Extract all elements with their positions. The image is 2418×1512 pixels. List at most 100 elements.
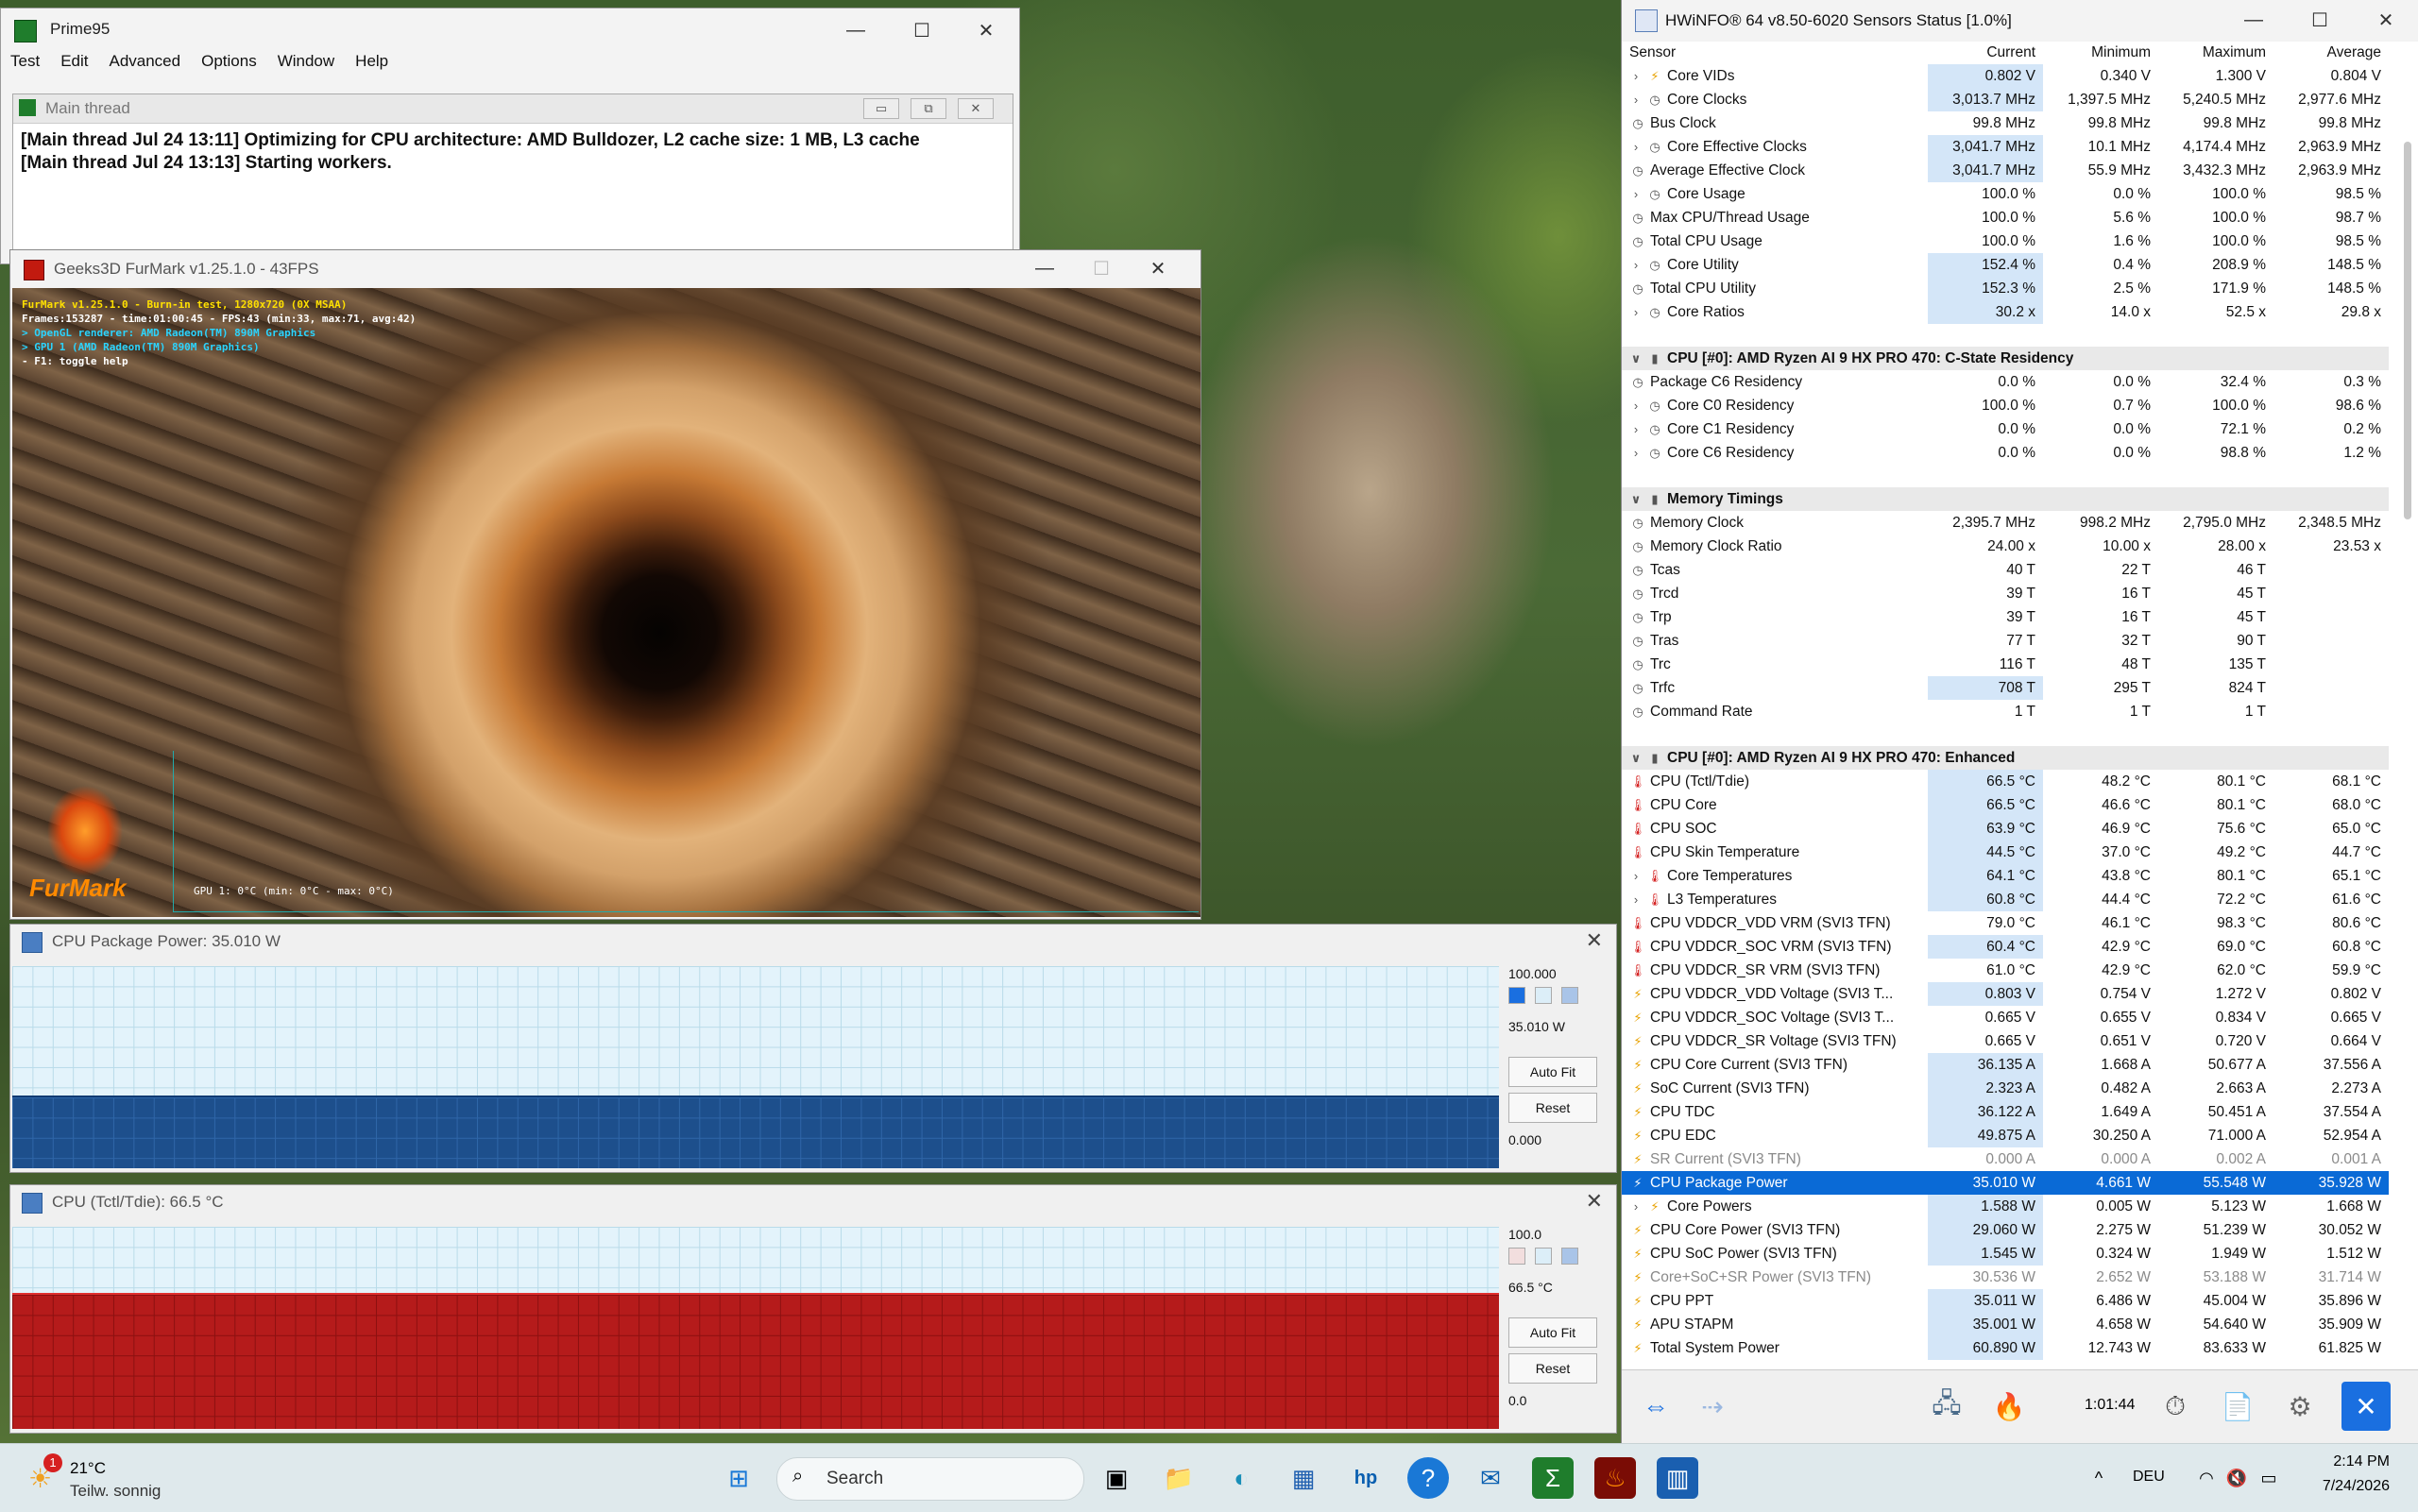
reset-button[interactable]: Reset xyxy=(1508,1353,1597,1384)
fill-color-swatch[interactable] xyxy=(1535,987,1552,1004)
close-button[interactable]: ✕ xyxy=(1586,1189,1603,1214)
sensor-row[interactable]: ◷ Memory Clock 2,395.7 MHz 998.2 MHz 2,795.0… xyxy=(1622,511,2389,535)
furmark-window[interactable]: Geeks3D FurMark v1.25.1.0 - 43FPS — ☐ ✕ … xyxy=(9,249,1201,920)
sensor-name-cell[interactable]: ◷ Trcd xyxy=(1622,582,1928,605)
sensor-name-cell[interactable]: ◷ Total CPU Usage xyxy=(1622,229,1928,253)
sensor-name-cell[interactable]: › ◷ Core Ratios xyxy=(1622,300,1928,324)
sensor-group-header[interactable]: ∨ ▮ Memory Timings xyxy=(1622,487,2389,511)
sensor-name-cell[interactable]: 🌡 CPU Skin Temperature xyxy=(1622,841,1928,864)
show-hidden-icons-chevron-icon[interactable]: ^ xyxy=(2078,1457,2120,1499)
sensor-row[interactable]: 🌡 CPU Skin Temperature 44.5 °C 37.0 °C 49.2 … xyxy=(1622,841,2389,864)
sensor-row[interactable]: › ◷ Core Usage 100.0 % 0.0 % 100.0 % 98.5 % xyxy=(1622,182,2389,206)
weather-widget[interactable]: ☀ 1 21°C Teilw. sonnig xyxy=(25,1453,213,1504)
fill-color-swatch[interactable] xyxy=(1535,1248,1552,1265)
sensor-name-cell[interactable]: ⚡ CPU EDC xyxy=(1622,1124,1928,1147)
power-graph-titlebar[interactable]: CPU Package Power: 35.010 W ✕ xyxy=(10,925,1616,959)
sensor-name-cell[interactable]: › ◷ Core Effective Clocks xyxy=(1622,135,1928,159)
chevron-down-icon[interactable]: ∨ xyxy=(1629,751,1643,766)
outlook-icon[interactable]: ✉ xyxy=(1470,1457,1511,1499)
chevron-right-icon[interactable]: › xyxy=(1629,1199,1643,1214)
hp-icon[interactable]: hp xyxy=(1345,1457,1387,1499)
sensor-row[interactable]: › ◷ Core Utility 152.4 % 0.4 % 208.9 % 148.5 % xyxy=(1622,253,2389,277)
child-minimize-button[interactable]: ▭ xyxy=(863,98,899,119)
sensor-name-cell[interactable]: › ◷ Core Clocks xyxy=(1622,88,1928,111)
start-windows-icon[interactable]: ⊞ xyxy=(718,1457,759,1499)
close-button[interactable]: ✕ xyxy=(1586,928,1603,953)
sensor-row[interactable]: ◷ Package C6 Residency 0.0 % 0.0 % 32.4 % 0.3… xyxy=(1622,370,2389,394)
sensor-row[interactable]: ⚡ SoC Current (SVI3 TFN) 2.323 A 0.482 A 2.6… xyxy=(1622,1077,2389,1100)
sensor-row[interactable]: › ⚡ Core Powers 1.588 W 0.005 W 5.123 W 1.668 … xyxy=(1622,1195,2389,1218)
child-restore-button[interactable]: ⧉ xyxy=(911,98,946,119)
sensor-name-cell[interactable]: ⚡ Core+SoC+SR Power (SVI3 TFN) xyxy=(1622,1266,1928,1289)
sensor-row[interactable]: › ◷ Core Ratios 30.2 x 14.0 x 52.5 x 29.8 x xyxy=(1622,300,2389,324)
sensor-row[interactable]: ⚡ CPU Core Current (SVI3 TFN) 36.135 A 1.66… xyxy=(1622,1053,2389,1077)
sensor-name-cell[interactable]: ◷ Average Effective Clock xyxy=(1622,159,1928,182)
column-header-average[interactable]: Average xyxy=(2273,42,2389,64)
sensor-group-header[interactable]: ∨ ▮ CPU [#0]: AMD Ryzen AI 9 HX PRO 470: C… xyxy=(1622,347,2389,370)
clock-time[interactable]: 2:14 PM xyxy=(2312,1453,2390,1470)
sensor-name-cell[interactable]: ⚡ CPU Package Power xyxy=(1622,1171,1928,1195)
minimize-button[interactable]: — xyxy=(823,8,889,52)
prime95-taskbar-icon[interactable]: Σ xyxy=(1532,1457,1574,1499)
sensor-name-cell[interactable]: 🌡 CPU VDDCR_VDD VRM (SVI3 TFN) xyxy=(1622,911,1928,935)
sensor-name-cell[interactable]: › ◷ Core C1 Residency xyxy=(1622,417,1928,441)
chevron-right-icon[interactable]: › xyxy=(1629,399,1643,413)
sensor-row[interactable]: ◷ Command Rate 1 T 1 T 1 T xyxy=(1622,700,2389,723)
group-cell[interactable]: ∨ ▮ Memory Timings xyxy=(1622,487,2389,511)
sensor-row[interactable]: ⚡ CPU VDDCR_VDD Voltage (SVI3 T... 0.803 V… xyxy=(1622,982,2389,1006)
sensor-name-cell[interactable]: ⚡ CPU VDDCR_SOC Voltage (SVI3 T... xyxy=(1622,1006,1928,1029)
bg-color-swatch[interactable] xyxy=(1561,987,1578,1004)
main-thread-window[interactable]: Main thread ▭ ⧉ ✕ [Main thread Jul 24 13… xyxy=(12,93,1013,258)
sensor-row[interactable]: › 🌡 L3 Temperatures 60.8 °C 44.4 °C 72.2 °C 61… xyxy=(1622,888,2389,911)
minimize-button[interactable]: — xyxy=(2221,0,2287,42)
sensor-name-cell[interactable]: › ◷ Core Usage xyxy=(1622,182,1928,206)
prime95-window[interactable]: Prime95 — ☐ ✕ Test Edit Advanced Options… xyxy=(0,8,1020,264)
collapse-arrows-icon[interactable]: ⇢ xyxy=(1688,1382,1737,1431)
settings-gear-icon[interactable]: ⚙ xyxy=(2275,1382,2324,1431)
main-thread-titlebar[interactable]: Main thread ▭ ⧉ ✕ xyxy=(13,94,1013,124)
sensor-name-cell[interactable]: ⚡ CPU SoC Power (SVI3 TFN) xyxy=(1622,1242,1928,1266)
sensor-row[interactable]: 🌡 CPU VDDCR_SOC VRM (SVI3 TFN) 60.4 °C 42.9… xyxy=(1622,935,2389,959)
expand-arrows-icon[interactable]: ⇔ xyxy=(1631,1382,1680,1431)
sensor-row[interactable]: › ◷ Core Effective Clocks 3,041.7 MHz 10.1 M… xyxy=(1622,135,2389,159)
chevron-right-icon[interactable]: › xyxy=(1629,305,1643,319)
sensor-row[interactable]: › ◷ Core C0 Residency 100.0 % 0.7 % 100.0 % 98… xyxy=(1622,394,2389,417)
sensor-group-header[interactable]: ∨ ▮ CPU [#0]: AMD Ryzen AI 9 HX PRO 470: E… xyxy=(1622,746,2389,770)
sensor-row[interactable]: ◷ Memory Clock Ratio 24.00 x 10.00 x 28.00 x… xyxy=(1622,535,2389,558)
close-button[interactable]: ✕ xyxy=(953,8,1019,52)
sensor-row[interactable]: ◷ Bus Clock 99.8 MHz 99.8 MHz 99.8 MHz 99.8 M… xyxy=(1622,111,2389,135)
sensor-name-cell[interactable]: › ⚡ Core VIDs xyxy=(1622,64,1928,88)
sensor-name-cell[interactable]: 🌡 CPU VDDCR_SOC VRM (SVI3 TFN) xyxy=(1622,935,1928,959)
sensor-row[interactable]: ⚡ APU STAPM 35.001 W 4.658 W 54.640 W 35.909 … xyxy=(1622,1313,2389,1336)
chevron-right-icon[interactable]: › xyxy=(1629,140,1643,154)
battery-icon[interactable]: ▭ xyxy=(2248,1457,2290,1499)
sensor-row[interactable]: 🌡 CPU VDDCR_SR VRM (SVI3 TFN) 61.0 °C 42.9 … xyxy=(1622,959,2389,982)
sensor-row[interactable]: › ◷ Core C1 Residency 0.0 % 0.0 % 72.1 % 0.2 % xyxy=(1622,417,2389,441)
sensor-row[interactable]: ⚡ CPU PPT 35.011 W 6.486 W 45.004 W 35.896 W xyxy=(1622,1289,2389,1313)
sensor-row[interactable]: ⚡ CPU SoC Power (SVI3 TFN) 1.545 W 0.324 W 1… xyxy=(1622,1242,2389,1266)
hwinfo-taskbar-icon[interactable]: ▥ xyxy=(1657,1457,1698,1499)
network-icon[interactable]: 🖧 xyxy=(1922,1382,1971,1431)
sensor-name-cell[interactable]: ⚡ CPU VDDCR_SR Voltage (SVI3 TFN) xyxy=(1622,1029,1928,1053)
chevron-right-icon[interactable]: › xyxy=(1629,93,1643,107)
sensor-name-cell[interactable]: ◷ Tcas xyxy=(1622,558,1928,582)
child-close-button[interactable]: ✕ xyxy=(958,98,994,119)
close-x-icon[interactable]: ✕ xyxy=(2341,1382,2391,1431)
sensor-row[interactable]: 🌡 CPU (Tctl/Tdie) 66.5 °C 48.2 °C 80.1 °C 68.… xyxy=(1622,770,2389,793)
temp-graph-titlebar[interactable]: CPU (Tctl/Tdie): 66.5 °C ✕ xyxy=(10,1185,1616,1219)
hwinfo-sensors-window[interactable]: HWiNFO® 64 v8.50-6020 Sensors Status [1.… xyxy=(1621,0,2418,1444)
auto-fit-button[interactable]: Auto Fit xyxy=(1508,1317,1597,1348)
chevron-right-icon[interactable]: › xyxy=(1629,258,1643,272)
sensor-name-cell[interactable]: ⚡ SR Current (SVI3 TFN) xyxy=(1622,1147,1928,1171)
hwinfo-titlebar[interactable]: HWiNFO® 64 v8.50-6020 Sensors Status [1.… xyxy=(1622,0,2418,42)
line-color-swatch[interactable] xyxy=(1508,987,1525,1004)
sensor-row[interactable]: ◷ Trc 116 T 48 T 135 T xyxy=(1622,653,2389,676)
sensor-row[interactable]: ⚡ CPU Package Power 35.010 W 4.661 W 55.548 … xyxy=(1622,1171,2389,1195)
file-explorer-icon[interactable]: 📁 xyxy=(1158,1457,1200,1499)
column-header-maximum[interactable]: Maximum xyxy=(2158,42,2273,64)
sensor-name-cell[interactable]: ◷ Tras xyxy=(1622,629,1928,653)
sensor-name-cell[interactable]: ◷ Total CPU Utility xyxy=(1622,277,1928,300)
add-report-icon[interactable]: 📄 xyxy=(2213,1382,2262,1431)
sensor-name-cell[interactable]: ◷ Trc xyxy=(1622,653,1928,676)
sensor-row[interactable]: ⚡ Core+SoC+SR Power (SVI3 TFN) 30.536 W 2.6… xyxy=(1622,1266,2389,1289)
